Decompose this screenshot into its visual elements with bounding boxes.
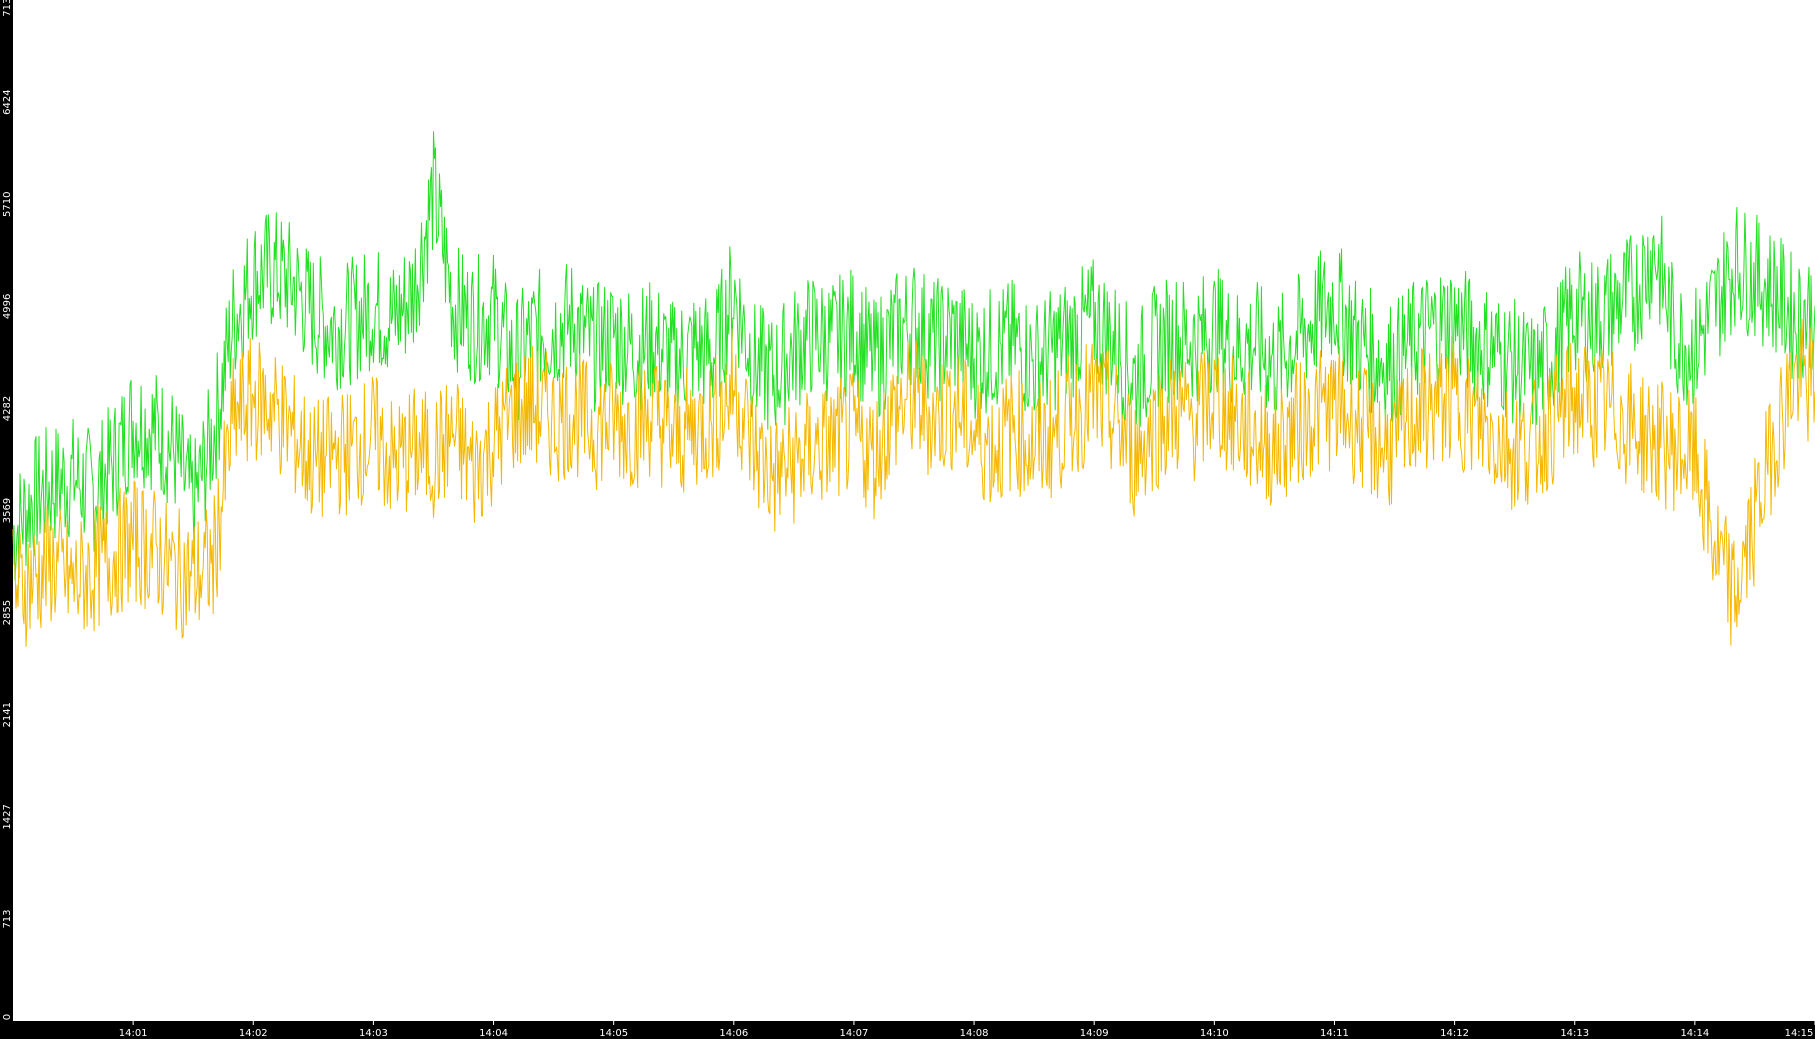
x-tick-label: 14:04 (479, 1028, 508, 1039)
y-tick-label: 6424 (2, 89, 13, 114)
y-tick-label: 713 (2, 909, 13, 928)
y-tick-label: 7138 (2, 0, 13, 17)
x-tick-label: 14:10 (1200, 1028, 1229, 1039)
y-tick-label: 4282 (2, 396, 13, 421)
x-tick-label: 14:13 (1560, 1028, 1589, 1039)
y-tick-label: 4996 (2, 294, 13, 319)
plot-area (13, 0, 1815, 1021)
x-tick-label: 14:11 (1320, 1028, 1349, 1039)
x-tick-label: 14:01 (119, 1028, 148, 1039)
x-tick-label: 14:12 (1440, 1028, 1469, 1039)
y-tick-label: 5710 (2, 192, 13, 217)
x-tick-label: 14:06 (719, 1028, 748, 1039)
x-tick-label: 14:08 (960, 1028, 989, 1039)
x-tick-label: 14:15 (1785, 1028, 1814, 1039)
y-tick-label: 2855 (2, 600, 13, 625)
x-tick-label: 14:02 (239, 1028, 268, 1039)
x-tick-label: 14:03 (359, 1028, 388, 1039)
chart: 0 713 1427 2141 2855 3569 4282 4996 5710 6424 7138… (2, 0, 1815, 1039)
y-tick-label: 1427 (2, 804, 13, 829)
x-tick-label: 14:07 (840, 1028, 869, 1039)
y-tick-label: 0 (2, 1014, 13, 1020)
y-axis: 0 713 1427 2141 2855 3569 4282 4996 5710 6424 7138 (2, 0, 13, 1020)
y-tick-label: 2141 (2, 702, 13, 727)
x-tick-label: 14:14 (1680, 1028, 1709, 1039)
x-tick-label: 14:05 (599, 1028, 628, 1039)
x-axis: 14:01 14:02 14:03 14:04 14:05 14:06 14:07 14:08… (119, 1021, 1815, 1039)
x-tick-label: 14:09 (1080, 1028, 1109, 1039)
y-tick-label: 3569 (2, 498, 13, 523)
